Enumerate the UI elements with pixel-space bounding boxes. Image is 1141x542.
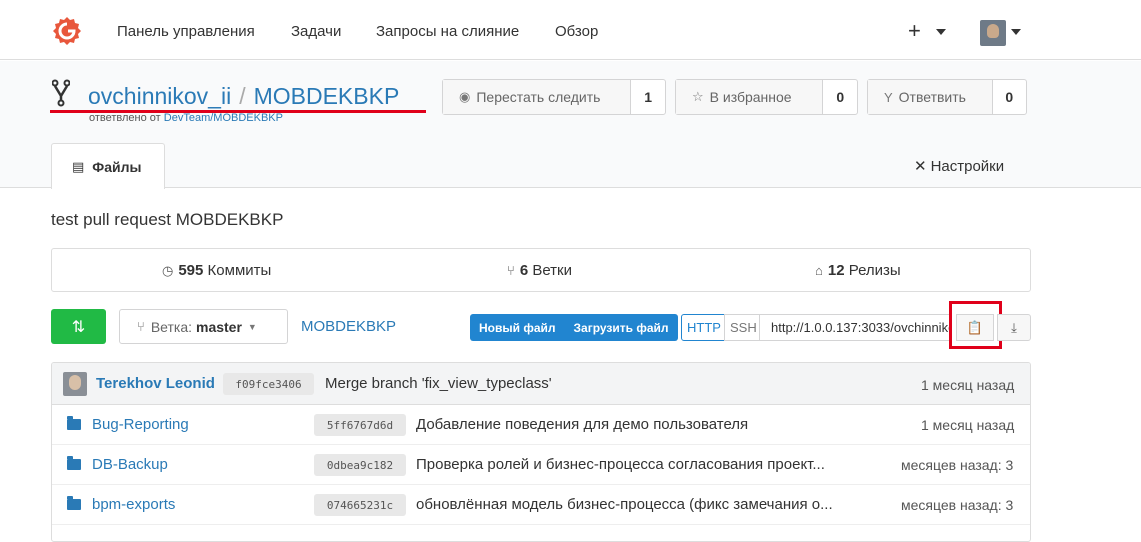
nav-issues[interactable]: Задачи [291, 23, 341, 40]
file-commit-message[interactable]: Проверка ролей и бизнес-процесса согласо… [416, 456, 825, 473]
branches-stat[interactable]: ⑂ 6 Ветки [507, 262, 572, 279]
branches-label: Ветки [532, 262, 572, 279]
fork-small-icon: Y [884, 89, 893, 105]
tab-settings[interactable]: ✕ Настройки [914, 157, 1004, 175]
latest-commit-row: Terekhov Leonid f09fce3406 Merge branch … [52, 363, 1030, 405]
user-menu-caret-icon[interactable] [1011, 29, 1021, 35]
star-icon: ☆ [692, 89, 704, 104]
top-navbar: Панель управления Задачи Запросы на слия… [0, 0, 1141, 60]
file-commit-sha[interactable]: 5ff6767d6d [314, 414, 406, 436]
file-commit-time: месяцев назад: 3 [901, 497, 1014, 513]
repo-description: test pull request MOBDEKBKP [51, 210, 284, 229]
watch-count[interactable]: 1 [631, 89, 665, 105]
releases-count: 12 [827, 262, 845, 279]
commit-author-avatar[interactable] [63, 372, 87, 396]
highlight-box [949, 301, 1002, 349]
commit-message[interactable]: Merge branch 'fix_view_typeclass' [325, 375, 552, 392]
commit-author[interactable]: Terekhov Leonid [96, 375, 215, 392]
user-avatar[interactable] [980, 20, 1006, 46]
repo-header: ovchinnikov_ii / MOBDEKBKP ответвлено от D… [0, 61, 1141, 189]
star-button-group: ☆ В избранное 0 [675, 79, 858, 115]
branch-dropdown[interactable]: ⑂ Ветка: master ▼ [119, 309, 288, 344]
table-row: DB-Backup 0dbea9c182 Проверка ролей и би… [52, 445, 1030, 485]
clone-url-input[interactable]: http://1.0.0.137:3033/ovchinnikov_ii/MOB… [759, 314, 950, 341]
tab-settings-label: Настройки [930, 158, 1005, 175]
file-commit-sha[interactable]: 0dbea9c182 [314, 454, 406, 476]
commits-stat[interactable]: ◷ 595 Коммиты [162, 262, 271, 279]
create-new-button[interactable]: + [908, 18, 921, 44]
file-commit-message[interactable]: обновлённая модель бизнес-процесса (фикс… [416, 496, 833, 513]
star-label: В избранное [709, 89, 792, 105]
fork-count[interactable]: 0 [993, 89, 1026, 105]
eye-icon: ◉ [459, 89, 471, 104]
nav-pull-requests[interactable]: Запросы на слияние [376, 23, 519, 40]
repo-fork-icon [52, 79, 70, 107]
breadcrumb[interactable]: MOBDEKBKP [301, 318, 396, 335]
upload-file-button[interactable]: Загрузить файл [565, 321, 678, 335]
branches-count: 6 [519, 262, 529, 279]
file-commit-message[interactable]: Добавление поведения для демо пользовате… [416, 416, 748, 433]
file-commit-time: месяцев назад: 3 [901, 457, 1014, 473]
folder-icon [67, 416, 81, 430]
branch-name: master [196, 318, 242, 335]
file-actions-group: Новый файл Загрузить файл [470, 314, 678, 341]
nav-explore[interactable]: Обзор [555, 23, 598, 40]
compare-icon: ⇅ [71, 318, 86, 336]
commits-count: 595 [178, 262, 204, 279]
gogs-logo-icon[interactable] [52, 16, 82, 46]
repo-owner-link[interactable]: ovchinnikov_ii [88, 83, 231, 109]
repo-title: ovchinnikov_ii / MOBDEKBKP [88, 83, 399, 110]
watch-button-group: ◉ Перестать следить 1 [442, 79, 666, 115]
unwatch-button[interactable]: ◉ Перестать следить [443, 80, 632, 114]
table-row: bpm-exports 074665231c обновлённая модел… [52, 485, 1030, 525]
fork-button-group: Y Ответвить 0 [867, 79, 1027, 115]
fork-button[interactable]: Y Ответвить [868, 80, 993, 114]
file-name[interactable]: bpm-exports [92, 496, 175, 513]
commit-sha[interactable]: f09fce3406 [223, 373, 314, 395]
repo-title-separator: / [239, 83, 246, 109]
download-button[interactable]: ⤓ [997, 314, 1031, 341]
file-list: Terekhov Leonid f09fce3406 Merge branch … [51, 362, 1031, 542]
dropdown-caret-icon: ▼ [247, 321, 257, 332]
releases-label: Релизы [848, 262, 901, 279]
repo-stats-bar: ◷ 595 Коммиты ⑂ 6 Ветки ⌂ 12 Релизы [51, 248, 1031, 292]
fork-label: Ответвить [898, 89, 966, 105]
star-count[interactable]: 0 [823, 89, 857, 105]
tab-files[interactable]: ▤ Файлы [51, 143, 165, 189]
branch-small-icon: ⑂ [137, 319, 145, 334]
ssh-toggle[interactable]: SSH [724, 314, 763, 341]
unwatch-label: Перестать следить [476, 89, 601, 105]
file-commit-sha[interactable]: 074665231c [314, 494, 406, 516]
new-file-button[interactable]: Новый файл [470, 321, 565, 335]
folder-icon [67, 456, 81, 470]
fork-source-link[interactable]: DevTeam/MOBDEKBKP [164, 112, 283, 124]
repo-name-link[interactable]: MOBDEKBKP [254, 83, 400, 109]
releases-stat[interactable]: ⌂ 12 Релизы [815, 262, 901, 279]
download-icon: ⤓ [1011, 319, 1017, 335]
file-name[interactable]: Bug-Reporting [92, 416, 189, 433]
compare-button[interactable]: ⇅ [51, 309, 106, 344]
file-text-icon: ▤ [72, 158, 85, 174]
commit-time: 1 месяц назад [921, 377, 1015, 393]
folder-icon [67, 496, 81, 510]
star-button[interactable]: ☆ В избранное [676, 80, 824, 114]
file-commit-time: 1 месяц назад [921, 417, 1015, 433]
nav-dashboard[interactable]: Панель управления [117, 23, 255, 40]
tab-files-label: Файлы [92, 158, 142, 175]
http-toggle[interactable]: HTTP [681, 314, 727, 341]
table-row: Bug-Reporting 5ff6767d6d Добавление пове… [52, 405, 1030, 445]
fork-note: ответвлено от DevTeam/MOBDEKBKP [89, 112, 283, 124]
fork-note-prefix: ответвлено от [89, 112, 161, 124]
wrench-icon: ✕ [914, 158, 927, 175]
commits-label: Коммиты [207, 262, 272, 279]
branch-icon: ⑂ [507, 263, 515, 278]
file-name[interactable]: DB-Backup [92, 456, 168, 473]
create-caret-icon[interactable] [936, 29, 946, 35]
branch-prefix: Ветка: [150, 318, 192, 335]
history-icon: ◷ [162, 263, 174, 278]
tag-icon: ⌂ [815, 263, 823, 278]
